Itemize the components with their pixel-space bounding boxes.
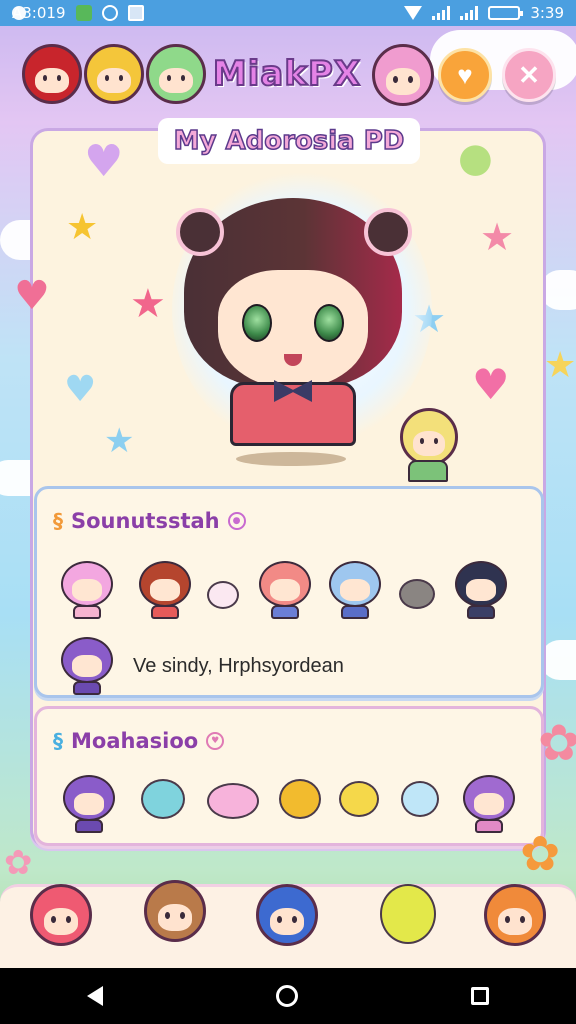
page-subtitle: My Adorosia PD	[158, 118, 420, 164]
yellow-chick-icon[interactable]	[279, 779, 321, 819]
collection-item[interactable]	[57, 635, 117, 697]
side-character-body	[408, 460, 448, 482]
avatar-yellow[interactable]	[84, 44, 144, 104]
dock-avatar-brown[interactable]	[144, 880, 206, 942]
flower-decoration-icon: ✿	[520, 826, 561, 882]
heart-icon: ♥	[457, 59, 473, 90]
system-nav-bar	[0, 968, 576, 1024]
collection-panel: § Sounutsstah ● Ve sindy, Hrphsyordean	[34, 486, 544, 698]
status-bar-left: A3:019	[12, 4, 144, 22]
blue-creature-icon[interactable]	[141, 779, 185, 819]
star-decoration-icon: ★	[104, 421, 135, 461]
heart-decoration-icon: ♥	[84, 136, 124, 187]
pudding-icon[interactable]	[339, 781, 379, 817]
mascot-panel-header: § Moahasioo ♥	[53, 729, 225, 753]
balloon-decoration-icon: ●	[458, 135, 493, 181]
collection-panel-header: § Sounutsstah ●	[53, 509, 246, 533]
star-decoration-icon: ★	[544, 345, 576, 386]
dock-creature-yellow[interactable]	[380, 884, 436, 944]
collection-item[interactable]	[57, 559, 117, 621]
heart-decoration-icon: ♥	[472, 360, 510, 409]
collection-item[interactable]	[451, 559, 511, 621]
heart-decoration-icon: ♥	[64, 369, 97, 410]
collection-panel-text: Ve sindy, Hrphsyordean	[133, 655, 344, 677]
info-circle-icon[interactable]: ♥	[206, 732, 225, 750]
app-logo-title: MiakPX	[212, 53, 362, 95]
flower-decoration-icon: ✿	[538, 714, 576, 772]
back-icon[interactable]	[86, 986, 103, 1006]
battery-icon	[488, 6, 524, 20]
wifi-icon	[404, 6, 423, 20]
avatar-red[interactable]	[22, 44, 82, 104]
rock-creature-icon[interactable]	[399, 579, 435, 609]
dock-avatar-blue[interactable]	[256, 884, 318, 946]
collection-item[interactable]	[255, 559, 315, 621]
collection-item[interactable]	[135, 559, 195, 621]
ghost-cat-icon[interactable]	[207, 581, 239, 609]
close-icon: ✕	[518, 59, 540, 90]
side-character-blonde[interactable]	[400, 408, 458, 466]
ribbon-icon: §	[53, 509, 63, 533]
bookmark-icon: §	[53, 729, 63, 753]
close-button[interactable]: ✕	[502, 48, 556, 102]
cloud-icon	[12, 6, 26, 20]
dock-avatar-orange[interactable]	[484, 884, 546, 946]
favorite-button[interactable]: ♥	[438, 48, 492, 102]
star-decoration-icon: ★	[480, 215, 515, 259]
document-icon	[127, 5, 144, 21]
collection-panel-title: Sounutsstah	[71, 509, 220, 533]
sync-icon	[101, 5, 118, 21]
hero-character[interactable]	[176, 174, 412, 470]
pink-cloud-creature-icon[interactable]	[207, 783, 259, 819]
heart-decoration-icon: ♥	[14, 273, 50, 319]
avatar-green[interactable]	[146, 44, 206, 104]
avatar-pink[interactable]	[372, 44, 434, 106]
signal-icon	[432, 6, 451, 20]
dock-avatar-red[interactable]	[30, 884, 92, 946]
star-decoration-icon: ★	[130, 281, 166, 327]
status-bar: A3:019 3:39	[0, 0, 576, 26]
recent-apps-icon[interactable]	[471, 987, 490, 1005]
signal-2-icon	[460, 6, 479, 20]
star-decoration-icon: ★	[66, 207, 99, 248]
mascot-panel: § Moahasioo ♥	[34, 706, 544, 846]
home-icon[interactable]	[275, 985, 298, 1007]
blue-ghost-icon[interactable]	[401, 781, 439, 817]
mascot-panel-title: Moahasioo	[71, 729, 199, 753]
collection-item[interactable]	[325, 559, 385, 621]
status-time-right: 3:39	[530, 4, 564, 22]
mascot-item[interactable]	[59, 773, 119, 835]
app-notification-icon	[75, 5, 92, 21]
flower-decoration-icon: ✿	[4, 843, 33, 883]
info-circle-icon[interactable]: ●	[227, 512, 246, 530]
mascot-item[interactable]	[459, 773, 519, 835]
status-bar-right: 3:39	[404, 4, 564, 22]
